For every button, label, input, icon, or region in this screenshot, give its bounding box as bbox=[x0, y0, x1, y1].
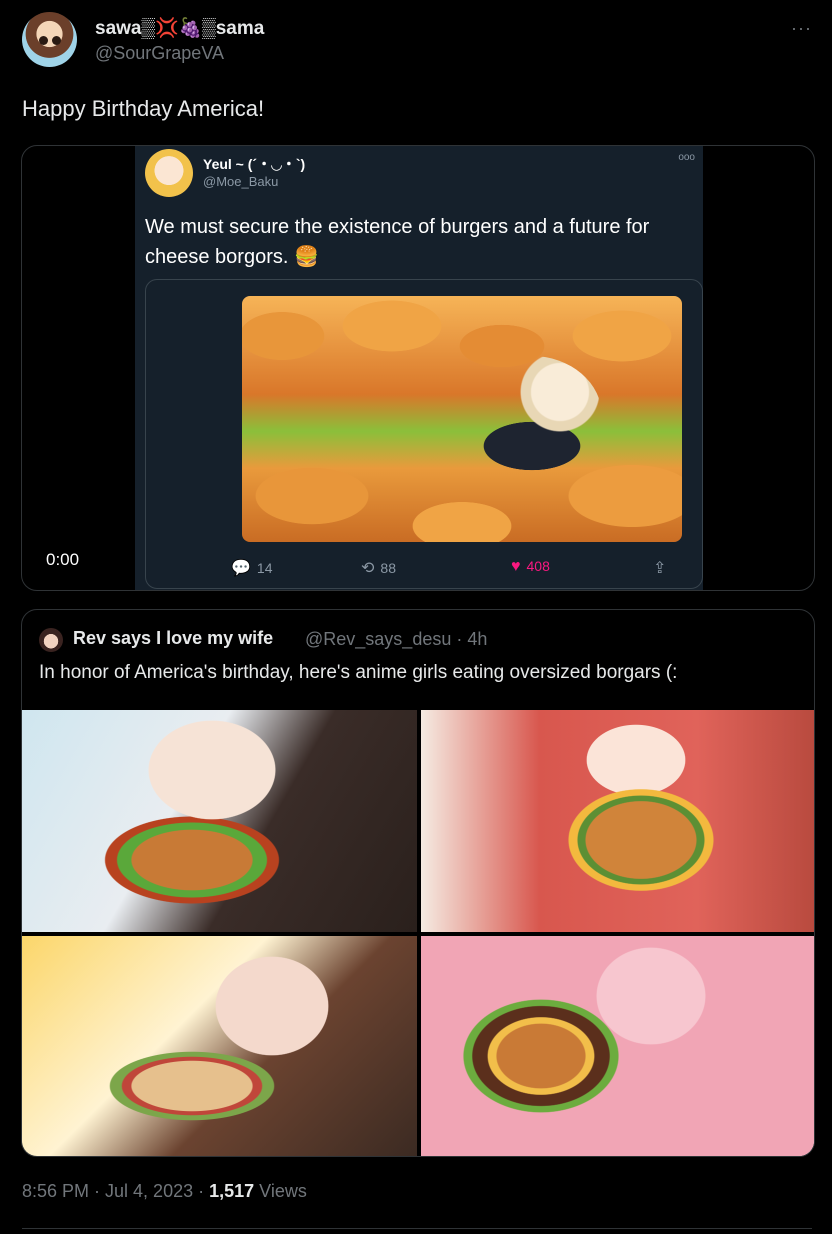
inner-media-frame bbox=[145, 279, 703, 589]
inner-reply: 💬 14 bbox=[231, 560, 273, 577]
inner-tweet-text: We must secure the existence of burgers … bbox=[145, 216, 650, 268]
views-count: 1,517 bbox=[209, 1181, 255, 1201]
quote-text: In honor of America's birthday, here's a… bbox=[39, 662, 678, 683]
burger-illustration bbox=[242, 296, 682, 542]
video-player[interactable]: Yeul ~ (´・◡・`) @Moe_Baku ooo We must sec… bbox=[21, 145, 815, 591]
retweet-icon: ⟲ bbox=[361, 560, 375, 577]
quote-image-2[interactable] bbox=[421, 710, 814, 932]
timestamp-text[interactable]: 8:56 PM · Jul 4, 2023 · bbox=[22, 1181, 209, 1201]
divider bbox=[22, 1228, 812, 1229]
heart-icon: ♥ bbox=[511, 558, 521, 575]
quote-author-handle: @Rev_says_desu · 4h bbox=[305, 629, 488, 649]
inner-author-name: Yeul ~ (´・◡・`) bbox=[203, 156, 306, 172]
embedded-tweet-screenshot: Yeul ~ (´・◡・`) @Moe_Baku ooo We must sec… bbox=[135, 146, 703, 590]
quote-image-grid bbox=[22, 710, 814, 1156]
quote-image-4[interactable] bbox=[421, 936, 814, 1156]
video-timecode: 0:00 bbox=[46, 550, 80, 569]
quote-image-3[interactable] bbox=[22, 936, 417, 1156]
author-handle[interactable]: @SourGrapeVA bbox=[95, 43, 224, 64]
reply-icon: 💬 bbox=[231, 560, 251, 577]
tweet-text: Happy Birthday America! bbox=[22, 96, 265, 121]
inner-avatar bbox=[145, 149, 193, 197]
share-icon: ⇪ bbox=[653, 560, 667, 577]
author-name[interactable]: sawa▒💢🍇▒sama bbox=[95, 16, 264, 40]
more-icon[interactable]: ··· bbox=[791, 18, 812, 39]
tweet-timestamp: 8:56 PM · Jul 4, 2023 · 1,517 Views bbox=[22, 1181, 307, 1202]
inner-like: ♥ 408 bbox=[511, 558, 550, 575]
anime-girl-figure bbox=[462, 356, 602, 476]
views-label: Views bbox=[254, 1181, 307, 1201]
inner-action-bar: 💬 14 ⟲ 88 ♥ 408 ⇪ bbox=[135, 554, 703, 584]
inner-retweet: ⟲ 88 bbox=[361, 560, 396, 577]
quoted-tweet[interactable]: Rev says I love my wife @Rev_says_desu ·… bbox=[21, 609, 815, 1157]
inner-share: ⇪ bbox=[653, 558, 672, 578]
author-avatar[interactable] bbox=[22, 12, 77, 67]
quote-author-name: Rev says I love my wife bbox=[73, 628, 274, 648]
quote-avatar bbox=[39, 628, 63, 652]
quote-image-1[interactable] bbox=[22, 710, 417, 932]
inner-more-icon: ooo bbox=[678, 152, 695, 163]
tweet-header: sawa▒💢🍇▒sama @SourGrapeVA ··· bbox=[22, 12, 812, 72]
inner-author-handle: @Moe_Baku bbox=[203, 174, 279, 189]
